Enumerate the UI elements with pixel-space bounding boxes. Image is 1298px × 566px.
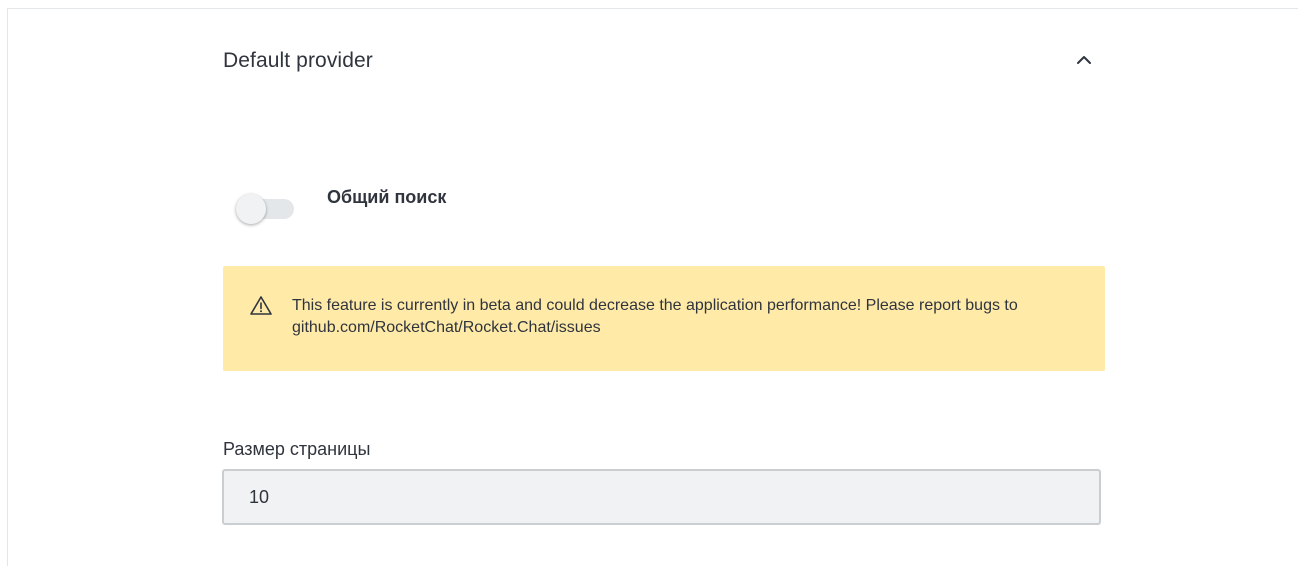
beta-warning-callout: This feature is currently in beta and co… (223, 266, 1105, 371)
panel-left-border (7, 8, 8, 566)
global-search-setting: Общий поиск (236, 180, 1104, 224)
warning-icon (250, 296, 272, 315)
global-search-toggle[interactable] (236, 194, 296, 224)
toggle-knob (236, 194, 266, 224)
beta-warning-text: This feature is currently in beta and co… (292, 297, 1018, 336)
settings-panel: Default provider Общий поиск This featur… (0, 0, 1298, 566)
chevron-up-icon (1077, 56, 1091, 64)
section-title: Default provider (223, 49, 373, 72)
section-header[interactable]: Default provider (222, 40, 1104, 80)
collapse-section-button[interactable] (1068, 44, 1100, 76)
panel-top-border (7, 8, 1298, 9)
page-size-label: Размер страницы (223, 439, 371, 459)
global-search-label: Общий поиск (327, 187, 447, 207)
page-size-input[interactable] (222, 469, 1101, 525)
